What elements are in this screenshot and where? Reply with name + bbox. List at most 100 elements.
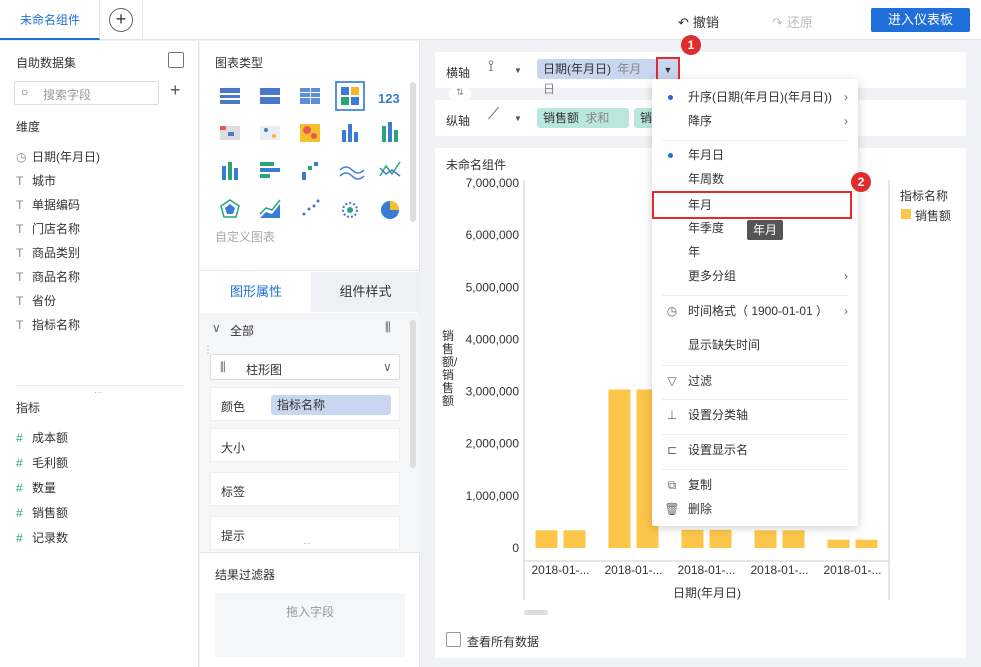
detail-table-icon[interactable]: [300, 88, 320, 104]
field-label: 毛利额: [32, 456, 69, 470]
enter-dashboard-button[interactable]: 进入仪表板: [871, 8, 970, 32]
crosstab-chart-icon[interactable]: [260, 88, 280, 104]
rename-icon: ⊏: [666, 443, 678, 457]
field-item[interactable]: T 商品类别: [16, 243, 80, 263]
tab-component-style[interactable]: 组件样式: [311, 272, 420, 312]
field-label: 商品名称: [32, 270, 81, 284]
axis-type-icon[interactable]: ⟟: [488, 58, 494, 76]
heat-table-icon[interactable]: [220, 126, 240, 140]
add-tab-button[interactable]: +: [109, 8, 133, 32]
field-item[interactable]: T 城市: [16, 171, 56, 191]
bar[interactable]: [855, 539, 878, 548]
caret-down-icon[interactable]: ▼: [514, 114, 522, 123]
multi-line-icon[interactable]: [379, 161, 401, 177]
scrollbar[interactable]: [410, 82, 416, 222]
menu-copy[interactable]: ⧉ 复制: [652, 473, 858, 497]
bar[interactable]: [709, 529, 732, 548]
custom-chart-link[interactable]: 自定义图表: [215, 228, 275, 245]
bar[interactable]: [827, 539, 850, 548]
kpi-chart-icon[interactable]: 123: [378, 91, 400, 106]
tab-graph-properties[interactable]: 图形属性: [201, 272, 311, 312]
line-chart-icon[interactable]: [339, 166, 365, 180]
field-item[interactable]: T 门店名称: [16, 219, 80, 239]
field-item[interactable]: # 销售额: [16, 503, 68, 523]
label-card[interactable]: 标签: [210, 472, 400, 506]
table-chart-icon[interactable]: [220, 88, 240, 104]
divider: [200, 552, 420, 553]
radar-chart-icon[interactable]: [220, 199, 240, 218]
horizontal-scrollbar[interactable]: [524, 610, 548, 615]
redo-button[interactable]: ↷ 还原: [772, 12, 813, 31]
field-item[interactable]: T 单据编码: [16, 195, 80, 215]
menu-divider: [662, 399, 848, 400]
bubble-chart-icon[interactable]: [342, 202, 358, 218]
step-badge-1: 1: [681, 35, 701, 55]
menu-label: 显示缺失时间: [688, 338, 761, 352]
field-item[interactable]: T 指标名称: [16, 315, 80, 335]
menu-filter[interactable]: ▽ 过滤: [652, 369, 858, 393]
menu-more-groups[interactable]: 更多分组 ›: [652, 264, 858, 288]
horizontal-bar-icon[interactable]: [260, 162, 280, 178]
bar[interactable]: [535, 530, 558, 548]
caret-down-icon[interactable]: ▼: [514, 66, 522, 75]
menu-set-name[interactable]: ⊏ 设置显示名: [652, 438, 858, 462]
tab-component[interactable]: 未命名组件: [0, 0, 100, 40]
chevron-down-icon[interactable]: ∨: [212, 321, 221, 335]
color-card[interactable]: 颜色 指标名称: [210, 387, 400, 421]
field-item[interactable]: T 商品名称: [16, 267, 80, 287]
resize-handle[interactable]: ⋯: [94, 388, 102, 397]
x-field-chip[interactable]: 日期(年月日) 年月日: [537, 59, 657, 96]
filter-drop-zone[interactable]: 拖入字段: [215, 593, 405, 657]
all-label: 全部: [230, 324, 255, 338]
bar[interactable]: [563, 530, 586, 548]
stacked-bar-icon[interactable]: [382, 122, 398, 142]
pie-chart-icon[interactable]: [381, 201, 399, 219]
show-all-checkbox[interactable]: [446, 632, 461, 647]
color-field-chip[interactable]: 指标名称: [271, 395, 391, 415]
scatter-chart-icon[interactable]: [302, 199, 320, 216]
swap-axis-button[interactable]: ⇅: [449, 87, 471, 101]
undo-button[interactable]: ↶ 撤销: [678, 12, 719, 31]
menu-set-axis[interactable]: ⊥ 设置分类轴: [652, 403, 858, 427]
scrollbar[interactable]: [410, 320, 416, 468]
bar[interactable]: [754, 530, 777, 548]
field-label: 门店名称: [32, 222, 81, 236]
y-field-chip[interactable]: 销售额 求和: [537, 108, 629, 128]
heatmap-icon[interactable]: [300, 124, 320, 142]
size-card[interactable]: 大小: [210, 428, 400, 462]
field-item[interactable]: T 省份: [16, 291, 56, 311]
menu-sort-desc[interactable]: 降序 ›: [652, 109, 858, 133]
search-box[interactable]: ○ 搜索字段: [14, 81, 159, 105]
bar[interactable]: [681, 529, 704, 548]
add-field-button[interactable]: +: [170, 80, 181, 101]
field-item[interactable]: # 数量: [16, 478, 56, 498]
resize-handle[interactable]: ⋯: [303, 539, 311, 548]
scatter-step-icon[interactable]: [302, 162, 318, 180]
bar-chart-icon[interactable]: ⫼: [385, 320, 391, 335]
axis-type-icon[interactable]: ⟋: [488, 106, 499, 124]
menu-sort-asc[interactable]: 升序(日期(年月日)(年月日)) ›: [652, 85, 858, 109]
chart-type-select[interactable]: ⫼ 柱形图 ∨: [210, 354, 400, 380]
multi-bar-icon[interactable]: [342, 124, 358, 142]
menu-time-format[interactable]: ◷ 时间格式（ 1900-01-01 ） ›: [652, 299, 858, 323]
menu-group-year[interactable]: 年: [652, 240, 858, 264]
menu-group-year-month[interactable]: 年月: [652, 193, 858, 217]
menu-group-ymd[interactable]: 年月日: [652, 143, 858, 167]
dot-table-icon[interactable]: [260, 126, 280, 140]
field-item[interactable]: ◷ 日期(年月日): [16, 147, 100, 167]
undo-label: 撤销: [692, 15, 719, 30]
area-chart-icon[interactable]: [259, 199, 281, 218]
menu-delete[interactable]: 🗑 删除: [652, 497, 858, 521]
field-item[interactable]: # 毛利额: [16, 453, 68, 473]
menu-group-year-week[interactable]: 年周数: [652, 167, 858, 191]
switch-dataset-icon[interactable]: [168, 52, 184, 68]
menu-show-missing[interactable]: 显示缺失时间: [652, 333, 858, 357]
y-tick-label: 0: [512, 541, 519, 555]
bar-chart-icon[interactable]: [222, 162, 238, 180]
bar[interactable]: [608, 389, 631, 548]
field-item[interactable]: # 成本额: [16, 428, 68, 448]
bar[interactable]: [782, 530, 805, 548]
field-item[interactable]: # 记录数: [16, 528, 68, 548]
legend-item[interactable]: 销售额: [915, 207, 951, 224]
search-input[interactable]: 搜索字段: [43, 86, 91, 103]
